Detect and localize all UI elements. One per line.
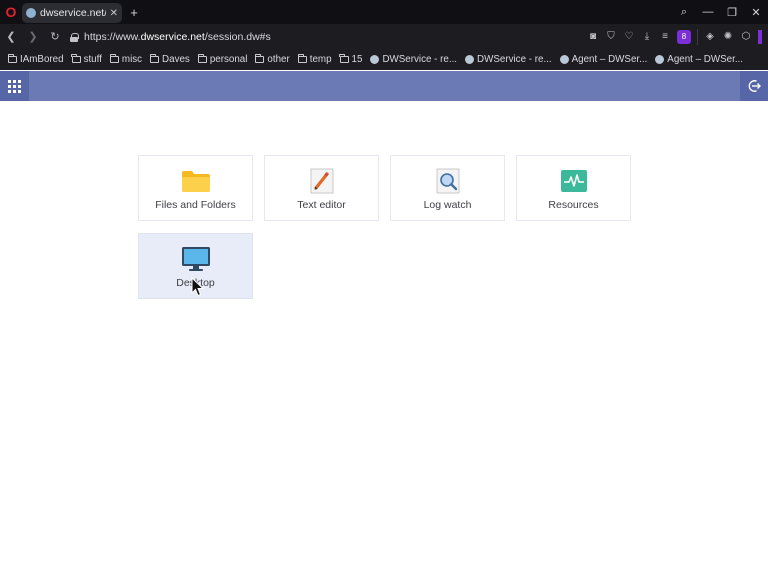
logout-button[interactable]: [740, 71, 768, 101]
tile-log-watch[interactable]: Log watch: [390, 155, 505, 221]
bookmark-link[interactable]: Agent – DWSer...: [655, 54, 743, 65]
tile-label: Log watch: [423, 199, 472, 211]
dwservice-favicon-icon: [26, 8, 36, 18]
dwservice-favicon-icon: [655, 55, 665, 64]
minimize-icon[interactable]: —: [702, 6, 714, 18]
tile-files-and-folders[interactable]: Files and Folders: [138, 155, 253, 221]
mouse-cursor-icon: [191, 277, 205, 297]
folder-icon: [71, 54, 81, 63]
folder-icon: [197, 54, 207, 63]
logout-icon: [748, 80, 761, 92]
bookmark-folder[interactable]: Daves: [149, 54, 190, 65]
bookmark-folder[interactable]: personal: [197, 54, 247, 65]
vpn-shield-icon[interactable]: ◈: [704, 31, 716, 43]
heart-icon[interactable]: ♡: [623, 31, 635, 43]
bookmark-link[interactable]: Agent – DWSer...: [559, 54, 647, 65]
bookmark-link[interactable]: DWService - re...: [465, 54, 552, 65]
folder-icon: [255, 54, 265, 63]
bookmark-folder[interactable]: misc: [109, 54, 142, 65]
app-header-bar: [0, 71, 768, 101]
bookmarks-bar: IAmBored stuff misc Daves personal other…: [0, 49, 768, 70]
download-icon[interactable]: ⤓: [641, 31, 653, 43]
folder-icon: [149, 54, 160, 63]
bookmark-link[interactable]: DWService - re...: [370, 54, 457, 65]
tile-resources[interactable]: Resources: [516, 155, 631, 221]
close-window-icon[interactable]: ✕: [750, 6, 762, 19]
bookmark-folder[interactable]: stuff: [71, 54, 102, 65]
menu-icon[interactable]: ≡: [659, 31, 671, 43]
tab-title: dwservice.net/session: [40, 7, 106, 19]
tile-label: Text editor: [297, 199, 346, 211]
url-field[interactable]: https://www.dwservice.net/session.dw#s: [70, 29, 271, 45]
dwservice-favicon-icon: [465, 55, 475, 64]
tile-label: Files and Folders: [155, 199, 236, 211]
opera-logo-icon[interactable]: O: [0, 0, 22, 24]
shield-icon[interactable]: ⛉: [605, 31, 617, 43]
text-editor-icon: [310, 168, 333, 194]
cube-icon[interactable]: ⬡: [740, 31, 752, 43]
address-bar: ❮ ❯ ↻ https://www.dwservice.net/session.…: [0, 24, 768, 49]
bookmark-folder[interactable]: temp: [297, 54, 332, 65]
desktop-icon: [181, 247, 210, 271]
resources-icon: [560, 170, 587, 192]
apps-menu-button[interactable]: [0, 71, 29, 101]
sidebar-accent: [758, 29, 762, 44]
search-tabs-icon[interactable]: ⌕: [678, 6, 690, 19]
folder-icon: [7, 54, 17, 63]
back-button[interactable]: ❮: [0, 24, 22, 49]
browser-tab-bar: O dwservice.net/session ✕ + ⌕ — ❐ ✕: [0, 0, 768, 24]
forward-button[interactable]: ❯: [22, 24, 44, 49]
log-watch-icon: [436, 168, 459, 194]
reload-button[interactable]: ↻: [44, 24, 66, 49]
bookmark-folder[interactable]: IAmBored: [7, 54, 64, 65]
folder-icon: [297, 54, 307, 63]
window-controls: ⌕ — ❐ ✕: [678, 0, 762, 24]
folder-icon: [339, 54, 349, 63]
lock-icon: [70, 32, 79, 42]
browser-tab[interactable]: dwservice.net/session ✕: [22, 3, 122, 23]
camera-icon[interactable]: ◙: [587, 31, 599, 43]
tile-label: Resources: [548, 199, 599, 211]
chatgpt-icon[interactable]: ✺: [722, 31, 734, 43]
address-bar-actions: ◙ ⛉ ♡ ⤓ ≡ 8 ◈ ✺ ⬡: [587, 24, 762, 49]
toolbar-divider: [697, 28, 698, 45]
bookmark-folder[interactable]: other: [255, 54, 290, 65]
folder-icon: [109, 54, 119, 63]
dwservice-favicon-icon: [370, 55, 380, 64]
folder-icon: [181, 171, 210, 192]
tab-close-icon[interactable]: ✕: [110, 8, 118, 19]
dwservice-favicon-icon: [559, 55, 569, 64]
restore-icon[interactable]: ❐: [726, 6, 738, 19]
url-text: https://www.dwservice.net/session.dw#s: [84, 31, 271, 43]
bookmark-folder[interactable]: 15: [339, 54, 362, 65]
extension-icon[interactable]: 8: [677, 29, 691, 44]
tile-text-editor[interactable]: Text editor: [264, 155, 379, 221]
new-tab-button[interactable]: +: [126, 4, 142, 20]
